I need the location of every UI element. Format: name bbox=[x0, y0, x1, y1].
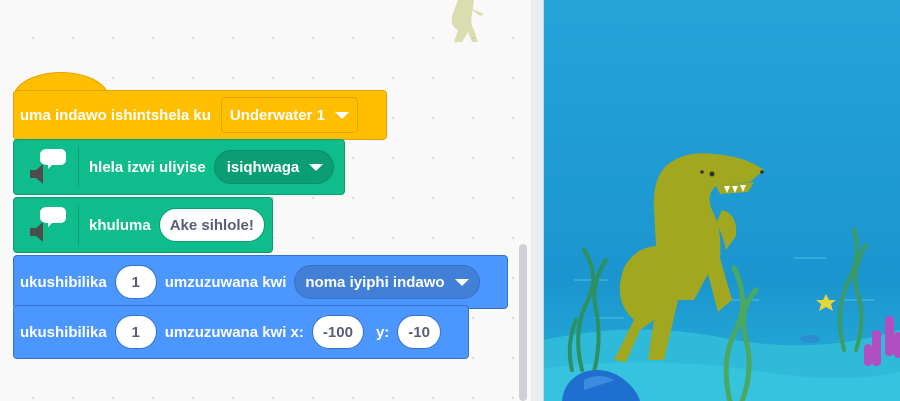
speak-block[interactable]: khuluma Ake sihlole! bbox=[13, 197, 273, 253]
chevron-down-icon bbox=[309, 163, 324, 171]
speak-label: khuluma bbox=[89, 216, 151, 234]
voice-dropdown-value: isiqhwaga bbox=[226, 158, 300, 176]
chevron-down-icon bbox=[454, 278, 469, 286]
glide-to-label: umzuzuwana kwi bbox=[164, 273, 287, 291]
glide-target-dropdown[interactable]: noma iyiphi indawo bbox=[294, 265, 480, 299]
glide-xy-block[interactable]: ukushibilika 1 umzuzuwana kwi x: -100 y:… bbox=[13, 305, 469, 359]
glide-label: ukushibilika bbox=[20, 273, 107, 291]
glide-xy-label2: umzuzuwana kwi x: bbox=[164, 323, 304, 341]
glide-seconds-input[interactable]: 1 bbox=[114, 265, 157, 299]
speech-bubble-speaker-icon bbox=[20, 141, 72, 193]
chevron-down-icon bbox=[334, 111, 349, 119]
backdrop-dropdown[interactable]: Underwater 1 bbox=[220, 97, 358, 133]
switch-backdrop-block[interactable]: uma indawo ishintshela ku Underwater 1 bbox=[13, 90, 387, 140]
speech-bubble-speaker-icon bbox=[20, 199, 72, 251]
stage-backdrop bbox=[544, 0, 900, 401]
block-separator bbox=[78, 147, 79, 187]
block-separator bbox=[78, 205, 79, 245]
backdrop-dropdown-value: Underwater 1 bbox=[229, 106, 325, 124]
x-input[interactable]: -100 bbox=[311, 315, 364, 349]
speak-text-input[interactable]: Ake sihlole! bbox=[158, 208, 265, 242]
set-voice-block[interactable]: hlela izwi uliyise isiqhwaga bbox=[13, 139, 345, 195]
sprite-thumbnail-icon bbox=[451, 0, 484, 42]
workspace-scrollbar[interactable] bbox=[519, 244, 527, 401]
set-voice-label: hlela izwi uliyise bbox=[89, 158, 206, 176]
stage[interactable] bbox=[544, 0, 900, 401]
glide-target-value: noma iyiphi indawo bbox=[305, 273, 445, 291]
glide-xy-seconds-input[interactable]: 1 bbox=[114, 315, 157, 349]
y-input[interactable]: -10 bbox=[397, 315, 441, 349]
switch-backdrop-label: uma indawo ishintshela ku bbox=[20, 106, 211, 124]
voice-dropdown[interactable]: isiqhwaga bbox=[213, 150, 335, 184]
y-label: y: bbox=[375, 323, 390, 341]
glide-to-block[interactable]: ukushibilika 1 umzuzuwana kwi noma iyiph… bbox=[13, 255, 508, 309]
glide-xy-label: ukushibilika bbox=[20, 323, 107, 341]
code-workspace[interactable]: uma indawo ishintshela ku Underwater 1 h… bbox=[0, 0, 531, 401]
